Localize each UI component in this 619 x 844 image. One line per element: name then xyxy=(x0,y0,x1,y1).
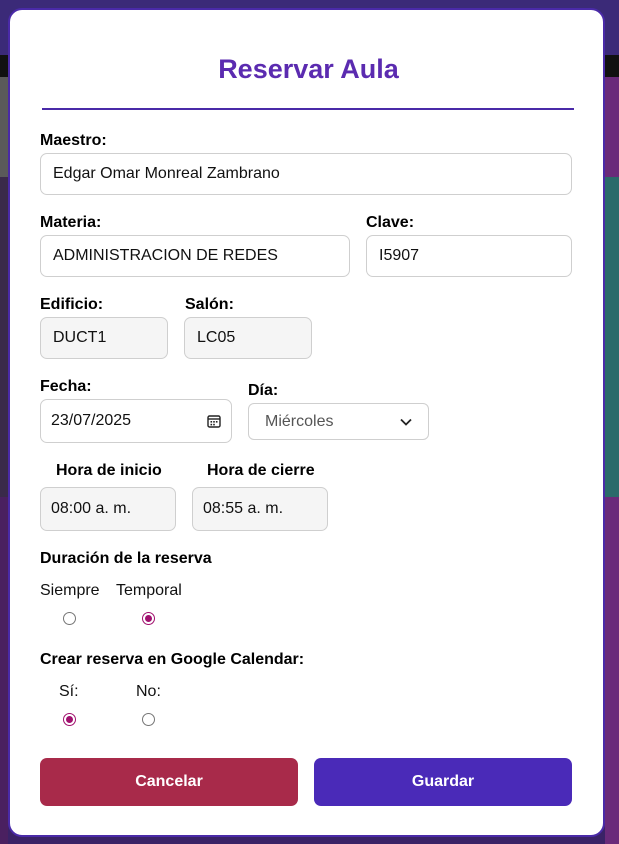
cancel-button[interactable]: Cancelar xyxy=(40,758,298,806)
background-panel xyxy=(0,77,8,177)
fecha-value: 23/07/2025 xyxy=(51,412,132,429)
modal-title: Reservar Aula xyxy=(218,54,399,84)
background-panel xyxy=(605,497,619,844)
radio-siempre[interactable] xyxy=(63,612,76,625)
salon-label: Salón: xyxy=(185,296,234,313)
duracion-label: Duración de la reserva xyxy=(40,550,212,567)
radio-siempre-label: Siempre xyxy=(40,582,100,599)
radio-si[interactable] xyxy=(63,713,76,726)
background-panel xyxy=(0,497,8,844)
dia-selected-value: Miércoles xyxy=(265,412,334,430)
hora-cierre-label: Hora de cierre xyxy=(207,462,315,479)
maestro-value: Edgar Omar Monreal Zambrano xyxy=(53,165,280,182)
clave-value: I5907 xyxy=(379,247,420,264)
calendar-icon[interactable] xyxy=(207,414,221,428)
title-divider xyxy=(42,108,574,110)
background-panel xyxy=(0,177,8,497)
salon-value: LC05 xyxy=(197,329,236,346)
radio-no[interactable] xyxy=(142,713,155,726)
salon-field[interactable]: LC05 xyxy=(184,317,312,359)
fecha-date-input[interactable]: 23/07/2025 xyxy=(40,399,232,443)
materia-value: ADMINISTRACION DE REDES xyxy=(53,247,278,264)
save-button[interactable]: Guardar xyxy=(314,758,572,806)
background-panel xyxy=(605,77,619,177)
materia-field[interactable]: ADMINISTRACION DE REDES xyxy=(40,235,350,277)
edificio-field[interactable]: DUCT1 xyxy=(40,317,168,359)
radio-no-label: No: xyxy=(136,683,161,700)
dia-select[interactable]: Miércoles xyxy=(248,403,429,440)
radio-temporal-label: Temporal xyxy=(116,582,182,599)
google-calendar-label: Crear reserva en Google Calendar: xyxy=(40,651,305,668)
hora-cierre-input[interactable]: 08:55 a. m. xyxy=(192,487,328,531)
radio-si-label: Sí: xyxy=(59,683,79,700)
edificio-value: DUCT1 xyxy=(53,329,107,346)
background-panel xyxy=(605,177,619,497)
hora-inicio-input[interactable]: 08:00 a. m. xyxy=(40,487,176,531)
hora-inicio-label: Hora de inicio xyxy=(56,462,162,479)
maestro-label: Maestro: xyxy=(40,132,107,149)
dia-label: Día: xyxy=(248,382,279,399)
hora-cierre-value: 08:55 a. m. xyxy=(203,500,284,517)
radio-temporal[interactable] xyxy=(142,612,155,625)
fecha-label: Fecha: xyxy=(40,378,92,395)
reservation-modal: Reservar Aula Maestro: Edgar Omar Monrea… xyxy=(8,8,605,837)
maestro-field[interactable]: Edgar Omar Monreal Zambrano xyxy=(40,153,572,195)
clave-label: Clave: xyxy=(366,214,415,231)
edificio-label: Edificio: xyxy=(40,296,104,313)
clave-field[interactable]: I5907 xyxy=(366,235,572,277)
materia-label: Materia: xyxy=(40,214,102,231)
chevron-down-icon xyxy=(400,413,412,431)
hora-inicio-value: 08:00 a. m. xyxy=(51,500,132,517)
